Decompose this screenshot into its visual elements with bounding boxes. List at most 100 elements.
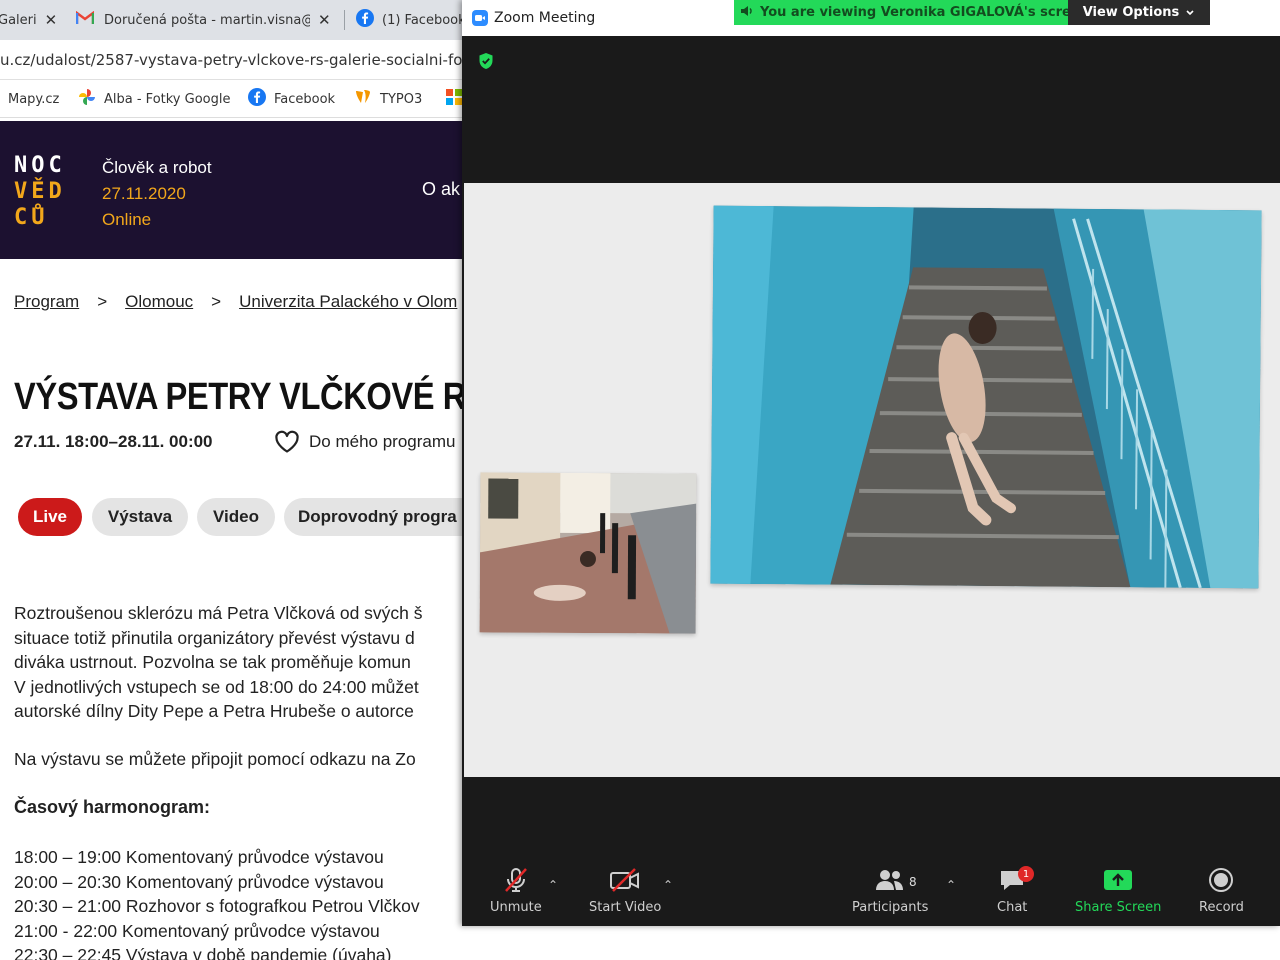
view-options-label: View Options — [1082, 5, 1180, 20]
street-photo — [479, 472, 697, 634]
bookmark-facebook[interactable]: Facebook — [248, 80, 336, 117]
zoom-link-paragraph: Na výstavu se můžete připojit pomocí odk… — [14, 749, 416, 769]
unmute-label: Unmute — [490, 900, 542, 915]
close-tab-icon[interactable]: ✕ — [318, 11, 331, 29]
chevron-down-icon — [1186, 9, 1194, 15]
zoom-logo-icon — [472, 10, 488, 26]
nav-about-link[interactable]: O ak — [422, 179, 460, 200]
tag-doprovodny-program[interactable]: Doprovodný progra — [284, 498, 462, 536]
bookmark-microsoft[interactable] — [446, 80, 462, 117]
start-video-label: Start Video — [589, 900, 662, 915]
bookmark-typo3[interactable]: TYPO3 — [354, 80, 423, 117]
page-title: VÝSTAVA PETRY VLČKOVÉ RS – — [14, 376, 462, 418]
bookmark-label: Alba - Fotky Google — [104, 91, 231, 107]
tag-live[interactable]: Live — [18, 498, 82, 536]
event-meta: Člověk a robot 27.11.2020 Online — [102, 155, 212, 233]
tab-galerie[interactable]: Galeri ✕ — [0, 0, 60, 40]
staircase-illustration — [710, 205, 1262, 589]
zoom-toolbar: Unmute ⌃ Start Video ⌃ Participants 8 ⌃ … — [462, 846, 1280, 926]
add-to-program-label: Do mého programu — [309, 432, 456, 451]
record-button[interactable]: Record — [1199, 866, 1244, 915]
tab-bar: Galeri ✕ Doručená pošta - martin.visna@ … — [0, 0, 462, 40]
start-video-button[interactable]: Start Video — [589, 866, 661, 915]
schedule-item: 18:00 – 19:00 Komentovaný průvodce výsta… — [14, 847, 384, 867]
description-line: Roztroušenou sklerózu má Petra Vlčková o… — [14, 603, 423, 623]
viewing-banner-text: You are viewing Veronika GIGALOVÁ's scre… — [760, 5, 1068, 20]
facebook-icon — [248, 88, 266, 110]
participants-count: 8 — [909, 875, 917, 889]
bookmarks-bar: Mapy.cz Alba - Fotky Google Facebook TYP… — [0, 80, 462, 118]
speaker-icon — [740, 5, 754, 21]
tag-video[interactable]: Video — [197, 498, 275, 536]
breadcrumb: Program > Olomouc > Univerzita Palackého v O… — [14, 292, 457, 312]
description-line: V jednotlivých vstupech se od 18:00 do 2… — [14, 676, 419, 697]
schedule-title: Časový harmonogram: — [14, 797, 211, 817]
logo-line: CŮ — [14, 205, 49, 230]
video-options-chevron-icon[interactable]: ⌃ — [663, 878, 673, 892]
tab-separator — [344, 10, 345, 30]
close-tab-icon[interactable]: ✕ — [45, 11, 58, 29]
typo3-icon — [354, 88, 372, 110]
microsoft-icon — [446, 89, 462, 109]
breadcrumb-olomouc[interactable]: Olomouc — [125, 292, 193, 311]
participants-button[interactable]: Participants — [852, 866, 928, 915]
shared-screen — [464, 183, 1280, 777]
breadcrumb-program[interactable]: Program — [14, 292, 79, 311]
audio-options-chevron-icon[interactable]: ⌃ — [548, 878, 558, 892]
breadcrumb-separator: > — [97, 292, 108, 311]
video-camera-off-icon — [610, 868, 640, 892]
event-date: 27.11.2020 — [102, 184, 186, 203]
record-icon — [1209, 868, 1234, 892]
schedule-list: 18:00 – 19:00 Komentovaný průvodce výsta… — [14, 845, 420, 960]
view-options-button[interactable]: View Options — [1068, 0, 1210, 25]
facebook-icon — [356, 9, 374, 31]
schedule-item: 22:30 – 22:45 Výstava v době pandemie (ú… — [14, 945, 392, 960]
schedule-item: 21:00 - 22:00 Komentovaný průvodce výsta… — [14, 920, 380, 941]
bookmark-label: Mapy.cz — [8, 91, 60, 107]
event-name: Člověk a robot — [102, 158, 212, 177]
unmute-button[interactable]: Unmute — [490, 866, 542, 915]
share-screen-icon — [1104, 870, 1133, 890]
street-illustration — [479, 472, 697, 634]
google-photos-icon — [78, 88, 96, 110]
share-screen-button[interactable]: Share Screen — [1075, 866, 1161, 915]
browser-window: Galeri ✕ Doručená pošta - martin.visna@ … — [0, 0, 462, 960]
microphone-muted-icon — [504, 868, 527, 892]
viewing-banner: You are viewing Veronika GIGALOVÁ's scre… — [734, 0, 1068, 25]
address-bar[interactable]: u.cz/udalost/2587-vystava-petry-vlckove-… — [0, 40, 462, 80]
description-line: situace totiž přinutila organizátory pře… — [14, 627, 415, 648]
participants-label: Participants — [852, 900, 929, 915]
tab-label: Galeri — [0, 12, 37, 28]
breadcrumb-separator: > — [211, 292, 222, 311]
bookmark-label: TYPO3 — [380, 91, 423, 107]
participants-icon — [876, 870, 904, 890]
chat-unread-badge: 1 — [1018, 866, 1034, 882]
zoom-window-title: Zoom Meeting — [494, 10, 596, 26]
bookmark-google-photos[interactable]: Alba - Fotky Google — [78, 80, 231, 117]
bookmark-mapy[interactable]: Mapy.cz — [8, 80, 60, 117]
url-text: u.cz/udalost/2587-vystava-petry-vlckove-… — [0, 50, 462, 69]
encryption-shield-icon[interactable] — [478, 52, 494, 70]
bookmark-label: Facebook — [274, 91, 336, 107]
heart-icon — [275, 430, 299, 453]
description-line: diváka ustrnout. Pozvolna se tak proměňu… — [14, 652, 411, 672]
schedule-item: 20:30 – 21:00 Rozhovor s fotografkou Pet… — [14, 896, 420, 916]
tab-facebook[interactable]: (1) Facebook — [356, 0, 462, 40]
tab-gmail[interactable]: Doručená pošta - martin.visna@ ✕ — [76, 0, 336, 40]
tab-label: (1) Facebook — [382, 12, 462, 28]
event-datetime: 27.11. 18:00–28.11. 00:00 — [14, 432, 213, 451]
tab-label: Doručená pošta - martin.visna@ — [104, 12, 310, 28]
description-line: autorské dílny Dity Pepe a Petra Hrubeše… — [14, 701, 414, 721]
chat-label: Chat — [997, 900, 1028, 915]
add-to-program-button[interactable]: Do mého programu — [274, 430, 455, 454]
logo-line: NOC — [14, 153, 66, 178]
staircase-photo — [710, 205, 1262, 589]
tag-vystava[interactable]: Výstava — [92, 498, 188, 536]
participants-options-chevron-icon[interactable]: ⌃ — [946, 878, 956, 892]
schedule-item: 20:00 – 20:30 Komentovaný průvodce výsta… — [14, 871, 384, 892]
noc-vedcu-logo[interactable]: NOC VĚD CŮ — [14, 153, 66, 231]
breadcrumb-university[interactable]: Univerzita Palackého v Olom — [239, 292, 457, 311]
record-label: Record — [1199, 900, 1244, 915]
event-mode: Online — [102, 210, 152, 229]
logo-line: VĚD — [14, 179, 66, 204]
